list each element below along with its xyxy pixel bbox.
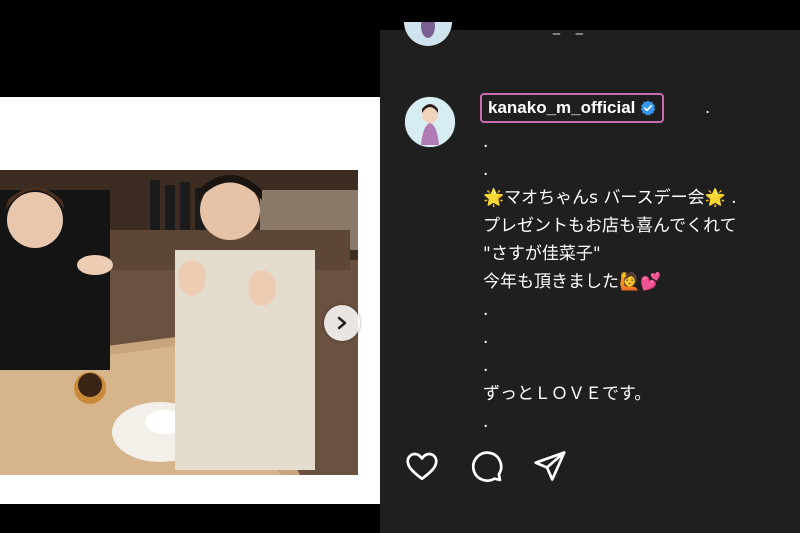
- avatar[interactable]: [404, 96, 456, 148]
- post-actions: [404, 448, 568, 484]
- caption-line: .: [483, 412, 489, 432]
- send-icon[interactable]: [532, 448, 568, 484]
- post-photo[interactable]: [0, 170, 358, 475]
- verified-badge-icon: [641, 100, 656, 116]
- username-suffix: .: [705, 98, 711, 117]
- comment-icon[interactable]: [468, 448, 504, 484]
- caption-line: .: [483, 132, 489, 152]
- caption-line: .: [483, 356, 489, 376]
- username-link[interactable]: kanako_m_official: [480, 93, 665, 123]
- caption-line: 🌟マオちゃんs バースデー会🌟 .: [483, 188, 737, 208]
- caption-line: 今年も頂きました🙋💕: [483, 272, 662, 292]
- heart-icon[interactable]: [404, 448, 440, 484]
- username-label: kanako_m_official: [488, 98, 636, 117]
- caption-line: .: [483, 160, 489, 180]
- caption-line: .: [483, 328, 489, 348]
- caption-line: ずっとＬＯＶＥです。: [483, 384, 652, 404]
- post-caption: . . 🌟マオちゃんs バースデー会🌟 . プレゼントもお店も喜んでくれて "さ…: [483, 128, 800, 436]
- next-photo-button[interactable]: [324, 305, 360, 341]
- header-dashes: ‒‒: [552, 26, 598, 42]
- chevron-right-icon: [337, 316, 347, 330]
- top-bar: [0, 0, 800, 30]
- caption-line: "さすが佳菜子": [483, 244, 601, 264]
- caption-line: プレゼントもお店も喜んでくれて: [483, 216, 737, 236]
- caption-line: .: [483, 300, 489, 320]
